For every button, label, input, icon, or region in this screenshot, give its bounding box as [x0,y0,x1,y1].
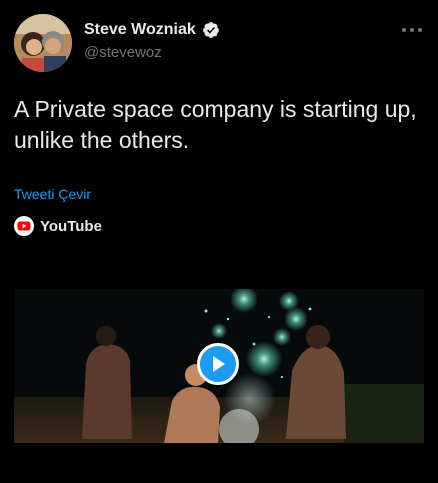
youtube-icon [14,216,34,236]
play-icon [213,356,225,372]
verified-badge-icon [202,22,219,38]
profile-photo-icon [14,14,72,72]
translate-tweet-link[interactable]: Tweeti Çevir [14,186,91,202]
dot-icon [418,28,422,32]
dot-icon [402,28,406,32]
tweet-text: A Private space company is starting up, … [14,96,417,153]
video-thumbnail[interactable] [14,289,424,443]
play-button[interactable] [197,343,239,385]
link-source[interactable]: YouTube [14,216,102,236]
display-name[interactable]: Steve Wozniak [84,20,196,40]
more-options-icon[interactable] [402,22,422,38]
dot-icon [410,28,414,32]
avatar[interactable] [14,14,72,72]
user-handle[interactable]: @stevewoz [84,43,162,63]
source-name: YouTube [40,217,102,235]
